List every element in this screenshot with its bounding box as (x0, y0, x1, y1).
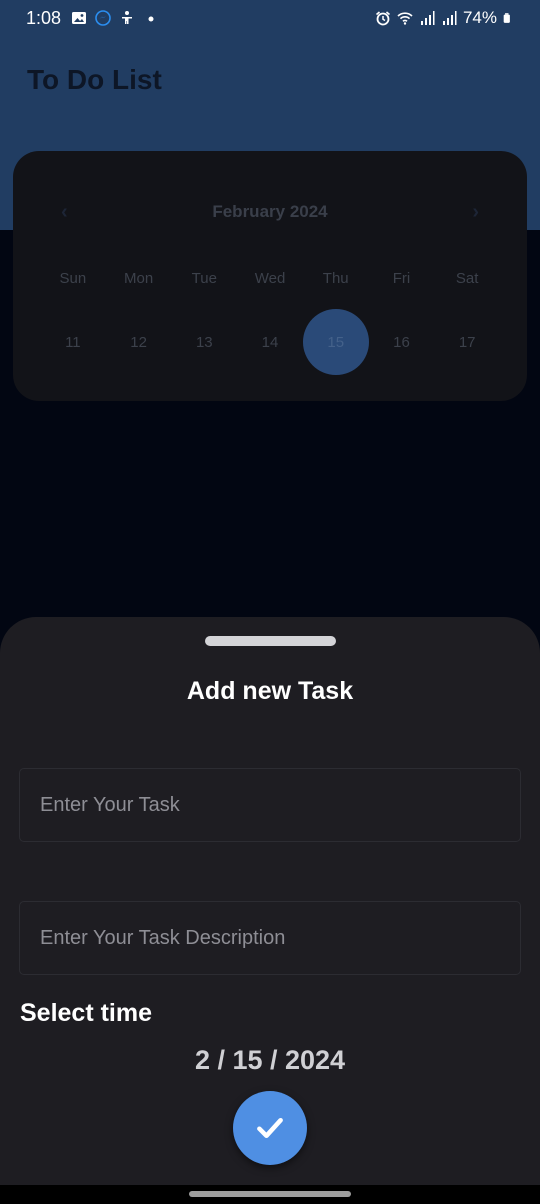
weekday-label: Sun (59, 269, 87, 287)
home-gesture-bar[interactable] (189, 1191, 351, 1197)
battery-percent: 74% (462, 8, 497, 27)
add-task-sheet: Add new Task Select time 2 / 15 / 2024 (0, 617, 540, 1187)
weekday-label: Fri (392, 269, 411, 287)
image-icon (72, 12, 87, 24)
page-title: To Do List (27, 64, 162, 95)
battery-icon (503, 13, 510, 23)
weekday-row: Sun Mon Tue Wed Thu Fri Sat (40, 268, 500, 288)
day-cell-selected[interactable]: 15 (302, 309, 369, 375)
task-input[interactable] (19, 768, 521, 842)
drag-handle[interactable] (205, 636, 336, 646)
sheet-title: Add new Task (186, 677, 354, 705)
weekday-label: Wed (254, 269, 286, 287)
status-bar: 1:08 74% (0, 0, 540, 36)
check-icon (257, 1117, 283, 1139)
date-picker-value[interactable]: 2 / 15 / 2024 (0, 1045, 540, 1076)
weekday-label: Sat (455, 269, 479, 287)
day-row: 11 12 13 14 15 16 17 (40, 309, 500, 375)
status-time: 1:08 (26, 7, 62, 28)
accessibility-icon (122, 11, 133, 24)
day-cell[interactable]: 14 (237, 309, 303, 375)
day-cell[interactable]: 11 (40, 309, 106, 375)
select-time-label: Select time (20, 999, 153, 1027)
calendar-month-label: February 2024 (212, 202, 328, 221)
submit-task-button[interactable] (233, 1091, 307, 1165)
alarm-icon (375, 11, 390, 26)
dot-icon (148, 16, 154, 22)
signal-icon (442, 11, 457, 25)
weekday-label: Thu (322, 269, 349, 287)
chevron-right-icon[interactable]: › (472, 201, 479, 224)
weekday-label: Tue (191, 269, 217, 287)
signal-icon (420, 11, 435, 25)
day-cell[interactable]: 17 (434, 309, 500, 375)
wifi-icon (397, 12, 413, 25)
day-cell[interactable]: 13 (171, 309, 237, 375)
task-description-input[interactable] (19, 901, 521, 975)
week-calendar: ‹ February 2024 › Sun Mon Tue Wed Thu Fr… (13, 151, 527, 401)
day-cell[interactable]: 12 (106, 309, 172, 375)
weekday-label: Mon (123, 269, 154, 287)
messenger-icon (95, 10, 111, 26)
system-nav-bar (0, 1185, 540, 1204)
day-cell[interactable]: 16 (369, 309, 435, 375)
